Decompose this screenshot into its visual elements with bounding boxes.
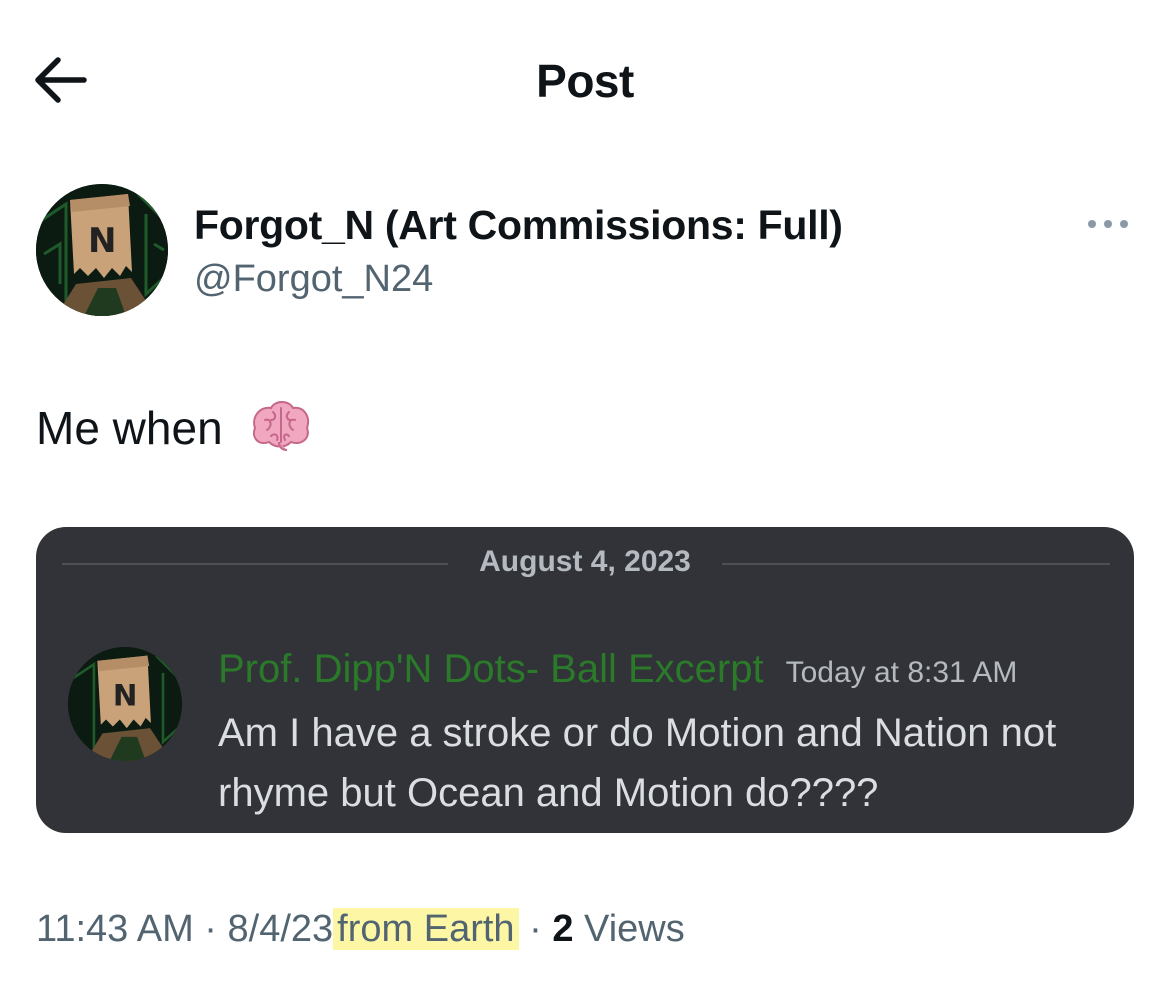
brain-emoji-icon <box>253 401 310 451</box>
views-count[interactable]: 2 <box>552 908 573 950</box>
avatar-letter: N <box>88 221 116 261</box>
more-horizontal-icon <box>1088 220 1128 228</box>
top-bar: Post <box>0 0 1170 160</box>
post-meta: 11:43 AM · 8/4/23 from Earth · 2 Views <box>36 908 685 951</box>
discord-timestamp: Today at 8:31 AM <box>785 656 1018 689</box>
post-time: 11:43 AM <box>36 908 194 950</box>
meta-separator: · <box>204 908 217 950</box>
author-display-name[interactable]: Forgot_N (Art Commissions: Full) <box>194 202 843 249</box>
author-handle[interactable]: @Forgot_N24 <box>194 258 433 301</box>
page-title: Post <box>536 55 634 107</box>
date-divider-label: August 4, 2023 <box>479 545 691 578</box>
meta-separator: · <box>529 908 542 950</box>
post-location: from Earth <box>333 908 519 950</box>
discord-message-header: Prof. Dipp'N Dots- Ball Excerpt Today at … <box>218 647 1017 692</box>
views-label[interactable]: Views <box>584 908 685 950</box>
paper-bag-avatar-icon: N <box>36 184 168 316</box>
discord-avatar-letter: N <box>113 679 138 713</box>
discord-username: Prof. Dipp'N Dots- Ball Excerpt <box>218 647 764 691</box>
discord-message-text: Am I have a stroke or do Motion and Nati… <box>218 711 1057 815</box>
more-options-button[interactable] <box>1084 212 1132 236</box>
paper-bag-avatar-icon: N <box>68 647 182 761</box>
post-date: 8/4/23 <box>227 908 334 950</box>
post-author: N Forgot_N (Art Commissions: Full) @Forg… <box>36 184 1136 324</box>
embedded-image[interactable]: August 4, 2023 N Prof. Dipp'N Dots- Ball… <box>36 527 1134 833</box>
avatar[interactable]: N <box>36 184 168 316</box>
discord-avatar: N <box>68 647 182 761</box>
post-text-content: Me when <box>36 402 223 454</box>
post-text: Me when <box>36 398 313 455</box>
